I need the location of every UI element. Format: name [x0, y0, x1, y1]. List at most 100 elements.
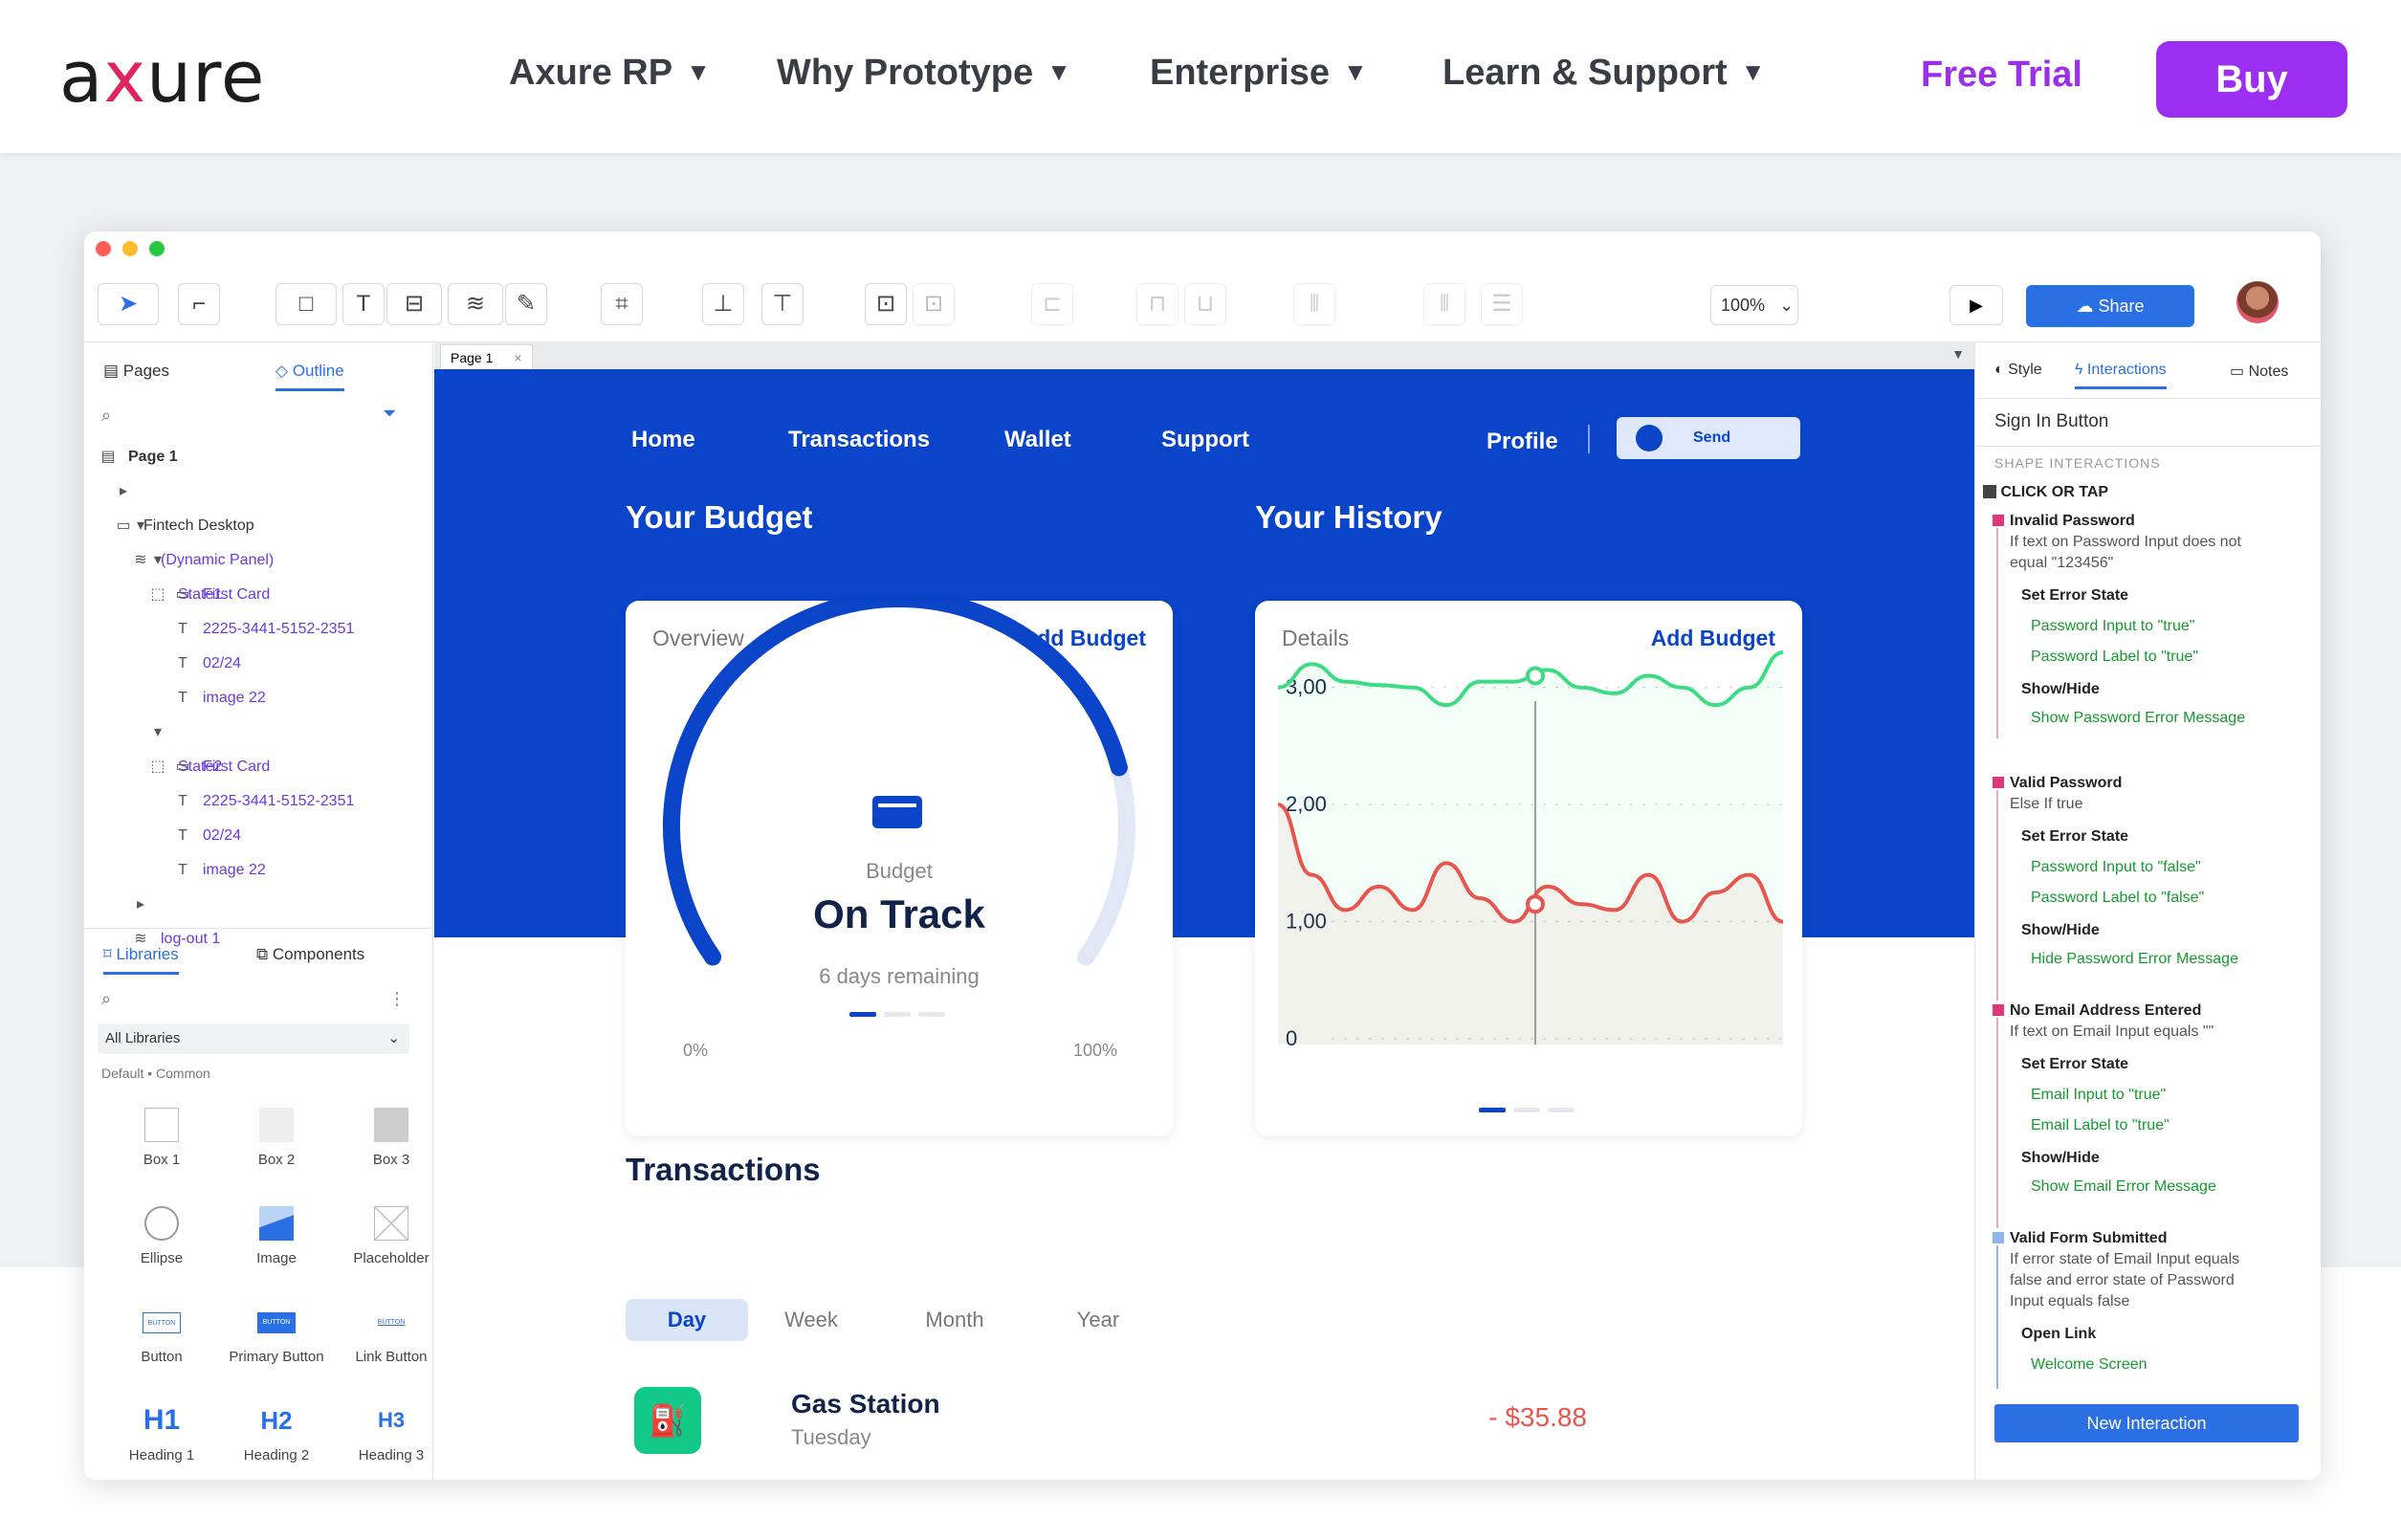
tab-period[interactable]: Year [1037, 1299, 1159, 1341]
widget-item[interactable]: BUTTON Link Button [339, 1305, 444, 1365]
widget-item[interactable]: Image [224, 1206, 329, 1266]
widget-item[interactable]: Placeholder [339, 1206, 444, 1266]
caret-down-icon[interactable]: ▼ [1951, 346, 1965, 362]
nav-why-prototype[interactable]: Why Prototype ▼ [777, 53, 1071, 94]
interaction-line[interactable]: Set Error State [2021, 828, 2128, 846]
interaction-line[interactable]: No Email Address Entered [2010, 1002, 2201, 1020]
interaction-line[interactable]: Show/Hide [2021, 1150, 2100, 1167]
tab-interactions[interactable]: ϟ Interactions [2075, 362, 2167, 389]
tree-row[interactable]: Timage 22 [84, 681, 433, 715]
connector-tool-icon[interactable]: ⌐ [178, 283, 220, 325]
tree-row[interactable]: ▾ ⬚ State1 [84, 543, 433, 603]
nav-axure-rp[interactable]: Axure RP ▼ [509, 53, 711, 94]
tree-row[interactable]: ▾ ≋ (Dynamic Panel) [84, 509, 433, 568]
widget-item[interactable]: H1 Heading 1 [109, 1403, 214, 1463]
close-window-dot[interactable] [96, 241, 111, 256]
nav-profile[interactable]: Profile [1487, 429, 1558, 455]
widget-item[interactable]: H3 Heading 3 [339, 1403, 444, 1463]
tree-row[interactable]: ▸ ▭ Fintech Desktop [84, 474, 433, 534]
rectangle-tool-icon[interactable]: □ [275, 283, 337, 325]
align-bottom-icon[interactable]: ⊥ [702, 283, 744, 325]
tree-row[interactable]: T 2225-3441-5152-2351 [84, 784, 433, 819]
tab-outline[interactable]: ◇ Outline [275, 362, 344, 391]
pen-tool-icon[interactable]: ✎ [505, 283, 547, 325]
points-tool-icon[interactable]: ⌗ [601, 283, 643, 325]
tree-row[interactable]: Timage 22 [84, 853, 433, 888]
select-tool-icon[interactable]: ➤ [98, 283, 159, 325]
page-indicator[interactable] [1513, 1108, 1540, 1112]
page-indicator-active[interactable] [1479, 1108, 1506, 1112]
interaction-line[interactable]: Invalid Password [2010, 513, 2135, 530]
ungroup-icon[interactable]: ⊡ [913, 283, 955, 325]
close-tab-icon[interactable]: × [514, 350, 521, 365]
page-indicator[interactable] [884, 1012, 911, 1017]
interaction-line[interactable]: Valid Password [2010, 775, 2122, 792]
search-icon[interactable]: ⌕ [101, 406, 111, 426]
distribute-v-icon[interactable]: ⦀ [1423, 283, 1465, 325]
tree-row[interactable]: T 02/24 [84, 819, 433, 853]
widget-item[interactable]: BUTTON Primary Button [224, 1305, 329, 1365]
share-button[interactable]: ☁ Share [2026, 285, 2194, 327]
series-cursor-point[interactable] [1526, 666, 1545, 686]
align-left-icon[interactable]: ⊏ [1031, 283, 1073, 325]
nav-enterprise[interactable]: Enterprise ▼ [1150, 53, 1368, 94]
nav-wallet[interactable]: Wallet [1004, 427, 1071, 453]
case-marker-icon[interactable] [1993, 1232, 2004, 1243]
align-bottom-icon[interactable]: ⊔ [1184, 283, 1226, 325]
widget-item[interactable]: H2 Heading 2 [224, 1403, 329, 1463]
page-tab[interactable]: Page 1 × [440, 344, 533, 369]
tab-period[interactable]: Month [893, 1299, 1016, 1341]
page-indicator[interactable] [918, 1012, 945, 1017]
maximize-window-dot[interactable] [149, 241, 165, 256]
page-indicator[interactable] [1548, 1108, 1575, 1112]
interaction-line[interactable]: Set Error State [2021, 587, 2128, 605]
case-marker-icon[interactable] [1993, 1004, 2004, 1016]
tab-period[interactable]: Week [750, 1299, 872, 1341]
new-interaction-button[interactable]: New Interaction [1994, 1404, 2299, 1442]
widget-item[interactable]: Box 3 [339, 1108, 444, 1168]
widget-item[interactable]: Ellipse [109, 1206, 214, 1266]
distribute-h-icon[interactable]: ⦀ [1293, 283, 1335, 325]
tab-style[interactable]: ◐ Style [1994, 362, 2042, 379]
minimize-window-dot[interactable] [122, 241, 138, 256]
tree-row[interactable]: ▾ ⬚ State2 [84, 715, 433, 775]
search-icon[interactable]: ⌕ [101, 989, 111, 1009]
tab-notes[interactable]: ▭ Notes [2230, 362, 2288, 381]
zoom-select[interactable]: 100% ⌄ [1710, 285, 1798, 325]
tab-components[interactable]: ⧉ Components [256, 945, 364, 964]
widget-item[interactable]: Box 2 [224, 1108, 329, 1168]
tab-pages[interactable]: ▤ Pages [103, 362, 169, 381]
input-tool-icon[interactable]: ⊟ [386, 283, 442, 325]
case-marker-icon[interactable] [1993, 777, 2004, 788]
library-category[interactable]: Default • Common [101, 1066, 210, 1081]
align-center-icon[interactable]: ⊓ [1136, 283, 1178, 325]
tree-row[interactable]: ▸ ≋ log-out 1 [84, 888, 433, 947]
case-marker-icon[interactable] [1993, 515, 2004, 526]
tree-row[interactable]: T 02/24 [84, 647, 433, 681]
series-cursor-point[interactable] [1526, 894, 1545, 914]
spacing-icon[interactable]: ☰ [1481, 283, 1523, 325]
align-top-icon[interactable]: ⊤ [761, 283, 804, 325]
send-button[interactable]: Send [1617, 417, 1800, 459]
interaction-line[interactable]: Valid Form Submitted [2010, 1230, 2167, 1247]
free-trial-link[interactable]: Free Trial [1921, 55, 2082, 96]
page-indicator-active[interactable] [849, 1012, 876, 1017]
tree-row[interactable]: ▭ First Card [84, 750, 433, 784]
interaction-line[interactable]: Show/Hide [2021, 922, 2100, 939]
group-icon[interactable]: ⊡ [865, 283, 907, 325]
interaction-line[interactable]: Set Error State [2021, 1056, 2128, 1073]
tree-row[interactable]: ▭ First Card [84, 578, 433, 612]
nav-learn-support[interactable]: Learn & Support ▼ [1443, 53, 1765, 94]
nav-transactions[interactable]: Transactions [788, 427, 930, 453]
tree-row[interactable]: ▤ Page 1 [84, 440, 433, 474]
event-row[interactable]: CLICK OR TAP [1983, 484, 2108, 501]
axure-logo[interactable]: axure [59, 36, 265, 119]
widget-item[interactable]: Box 1 [109, 1108, 214, 1168]
transaction-row[interactable]: ⛽ Gas Station Tuesday - $35.88 [621, 1377, 1778, 1469]
tab-period[interactable]: Day [626, 1299, 748, 1341]
buy-button[interactable]: Buy [2156, 41, 2347, 118]
more-icon[interactable]: ⋮ [388, 989, 406, 1009]
interaction-line[interactable]: Show/Hide [2021, 681, 2100, 698]
tab-libraries[interactable]: ⌑ Libraries [103, 945, 179, 975]
interaction-line[interactable]: Open Link [2021, 1326, 2096, 1343]
